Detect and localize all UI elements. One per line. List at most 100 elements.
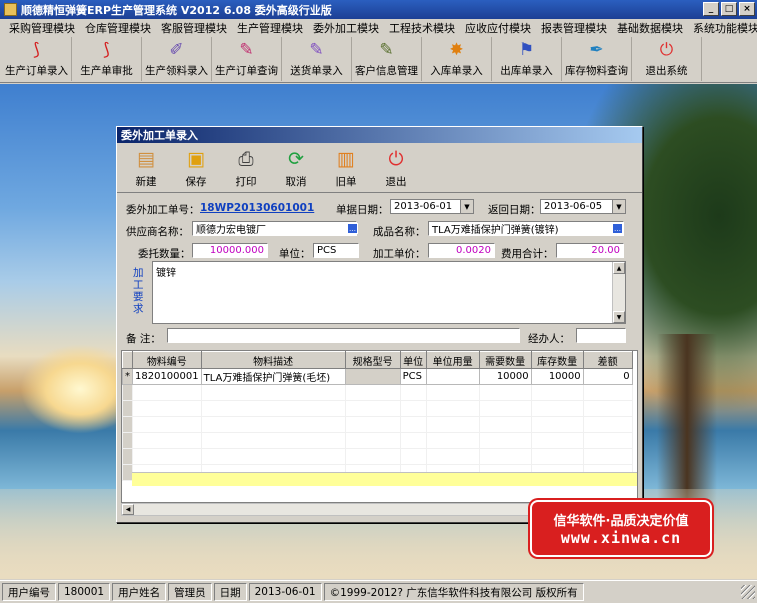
grid-cell[interactable]: 10000 xyxy=(530,368,584,385)
grid-header[interactable]: 单位 xyxy=(399,351,427,369)
grid-cell[interactable] xyxy=(399,432,427,449)
maximize-button[interactable]: □ xyxy=(721,2,737,16)
grid-cell[interactable] xyxy=(200,448,346,465)
grid-cell[interactable] xyxy=(478,416,532,433)
window-toolbar-button-2[interactable]: ⎙ 打印 xyxy=(221,147,271,191)
toolbar-button-1[interactable]: ⟆ 生产单审批 xyxy=(72,37,142,81)
grid-cell[interactable] xyxy=(200,416,346,433)
grid-cell[interactable] xyxy=(425,432,480,449)
menu-8[interactable]: 基础数据模块 xyxy=(612,20,688,36)
grid-cell[interactable] xyxy=(425,384,480,401)
grid-cell[interactable] xyxy=(122,448,133,465)
resize-grip-icon[interactable] xyxy=(741,585,755,599)
grid-cell[interactable] xyxy=(122,384,133,401)
grid-header[interactable]: 库存数量 xyxy=(530,351,584,369)
table-row[interactable]: * 1820100001 TLA万难插保护门弹簧(毛坯) PCS 10000 10000 0 xyxy=(122,368,633,385)
toolbar-button-8[interactable]: ✒ 库存物料查询 xyxy=(562,37,632,81)
grid-cell[interactable]: 1820100001 xyxy=(132,368,202,385)
doc-date-picker[interactable]: 2013-06-01 ▼ xyxy=(390,199,474,214)
grid-cell[interactable] xyxy=(399,400,427,417)
grid-cell[interactable] xyxy=(425,368,480,385)
supplier-field[interactable]: 顺德力宏电镀厂 xyxy=(192,221,357,236)
chevron-down-icon[interactable]: ▼ xyxy=(612,200,625,213)
menu-5[interactable]: 工程技术模块 xyxy=(384,20,460,36)
grid-cell[interactable] xyxy=(344,432,401,449)
scroll-left-icon[interactable]: ◀ xyxy=(122,504,134,515)
grid-cell[interactable] xyxy=(530,400,584,417)
table-row[interactable] xyxy=(122,416,633,433)
grid-cell[interactable] xyxy=(122,400,133,417)
qty-field[interactable]: 10000.000 xyxy=(192,243,268,258)
return-date-picker[interactable]: 2013-06-05 ▼ xyxy=(540,199,626,214)
menu-9[interactable]: 系统功能模块 xyxy=(688,20,757,36)
grid-header[interactable]: 物料编号 xyxy=(132,351,202,369)
grid-cell[interactable] xyxy=(132,384,202,401)
grid-cell[interactable] xyxy=(530,448,584,465)
supplier-browse-icon[interactable]: … xyxy=(347,223,358,234)
toolbar-button-2[interactable]: ✐ 生产领料录入 xyxy=(142,37,212,81)
product-field[interactable]: TLA万难插保护门弹簧(镀锌) xyxy=(428,221,624,236)
grid-cell[interactable] xyxy=(478,448,532,465)
grid-cell[interactable] xyxy=(200,432,346,449)
unit-field[interactable]: PCS xyxy=(313,243,359,258)
window-toolbar-button-1[interactable]: ▣ 保存 xyxy=(171,147,221,191)
toolbar-button-5[interactable]: ✎ 客户信息管理 xyxy=(352,37,422,81)
table-row[interactable] xyxy=(122,400,633,417)
grid-cell[interactable] xyxy=(582,448,633,465)
scroll-up-icon[interactable]: ▲ xyxy=(613,262,625,274)
grid-cell[interactable] xyxy=(582,432,633,449)
menu-0[interactable]: 采购管理模块 xyxy=(4,20,80,36)
remark-field[interactable] xyxy=(167,328,520,343)
grid-cell[interactable] xyxy=(399,416,427,433)
grid-cell[interactable] xyxy=(425,448,480,465)
toolbar-button-4[interactable]: ✎ 送货单录入 xyxy=(282,37,352,81)
handler-field[interactable] xyxy=(576,328,626,343)
grid-cell[interactable] xyxy=(132,432,202,449)
grid-cell[interactable] xyxy=(582,400,633,417)
grid-cell[interactable] xyxy=(122,432,133,449)
grid-cell[interactable] xyxy=(344,400,401,417)
grid-cell[interactable] xyxy=(530,384,584,401)
grid-cell[interactable] xyxy=(344,448,401,465)
grid-cell[interactable] xyxy=(132,448,202,465)
grid-cell[interactable] xyxy=(530,416,584,433)
menu-6[interactable]: 应收应付模块 xyxy=(460,20,536,36)
close-button[interactable]: × xyxy=(739,2,755,16)
menu-2[interactable]: 客服管理模块 xyxy=(156,20,232,36)
grid-cell[interactable] xyxy=(425,416,480,433)
grid-cell[interactable]: 0 xyxy=(582,368,633,385)
price-field[interactable]: 0.0020 xyxy=(428,243,495,258)
grid-cell[interactable] xyxy=(122,416,133,433)
grid-cell[interactable] xyxy=(344,384,401,401)
grid-cell[interactable] xyxy=(399,384,427,401)
window-toolbar-button-0[interactable]: ▤ 新建 xyxy=(121,147,171,191)
requirements-textarea[interactable]: 镀锌 ▲ ▼ xyxy=(152,261,626,324)
grid-header[interactable]: 需要数量 xyxy=(478,351,532,369)
grid-cell[interactable] xyxy=(478,400,532,417)
grid-cell[interactable] xyxy=(122,464,133,481)
window-toolbar-button-3[interactable]: ⟳ 取消 xyxy=(271,147,321,191)
grid-cell[interactable] xyxy=(582,384,633,401)
promo-banner[interactable]: 信华软件·品质决定价值 www.xinwa.cn xyxy=(530,500,712,557)
toolbar-button-7[interactable]: ⚑ 出库单录入 xyxy=(492,37,562,81)
total-field[interactable]: 20.00 xyxy=(556,243,624,258)
grid-header[interactable]: 物料描述 xyxy=(200,351,346,369)
window-toolbar-button-4[interactable]: ▥ 旧单 xyxy=(321,147,371,191)
grid-header[interactable]: 规格型号 xyxy=(344,351,401,369)
grid-cell[interactable] xyxy=(425,400,480,417)
toolbar-button-3[interactable]: ✎ 生产订单查询 xyxy=(212,37,282,81)
menu-7[interactable]: 报表管理模块 xyxy=(536,20,612,36)
grid-header[interactable]: 差额 xyxy=(582,351,633,369)
minimize-button[interactable]: _ xyxy=(703,2,719,16)
menu-1[interactable]: 仓库管理模块 xyxy=(80,20,156,36)
grid-cell[interactable]: 10000 xyxy=(478,368,532,385)
toolbar-button-6[interactable]: ✸ 入库单录入 xyxy=(422,37,492,81)
grid-cell[interactable] xyxy=(344,416,401,433)
promo-url[interactable]: www.xinwa.cn xyxy=(561,529,681,547)
window-toolbar-button-5[interactable]: ⏻ 退出 xyxy=(371,147,421,191)
table-row[interactable] xyxy=(122,448,633,465)
grid-cell[interactable] xyxy=(582,416,633,433)
grid-cell[interactable] xyxy=(132,416,202,433)
table-row[interactable] xyxy=(122,384,633,401)
scroll-down-icon[interactable]: ▼ xyxy=(613,311,625,323)
